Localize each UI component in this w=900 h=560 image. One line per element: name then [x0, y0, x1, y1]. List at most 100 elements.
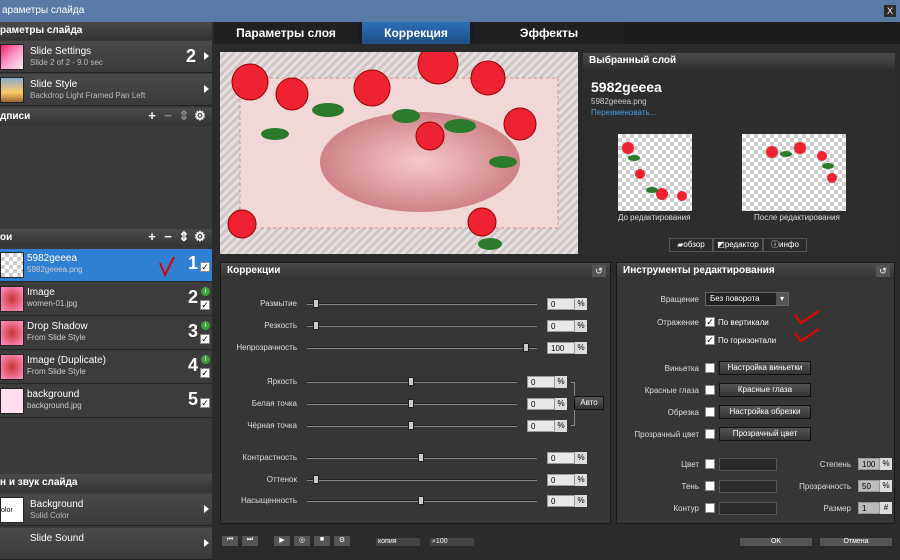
gear-icon[interactable]: ⚙	[192, 109, 208, 123]
transparent-color-checkbox[interactable]	[705, 429, 715, 439]
opacity-slider[interactable]	[307, 347, 537, 349]
hue-handle[interactable]	[313, 475, 319, 484]
expand-arrow-icon[interactable]	[204, 52, 209, 60]
browse-button[interactable]: ▰обзор	[669, 238, 713, 252]
brightness-value[interactable]: 0	[527, 376, 555, 388]
layer-thumbnail	[0, 286, 24, 312]
saturation-value[interactable]: 0	[547, 495, 575, 507]
background-item[interactable]: olor Background Solid Color	[0, 494, 212, 526]
layers-header: ои + − ⇕ ⚙	[0, 229, 212, 247]
size-value[interactable]: 1	[858, 502, 880, 514]
expand-arrow-icon[interactable]	[204, 85, 209, 93]
black-point-handle[interactable]	[408, 421, 414, 430]
expand-arrow-icon[interactable]	[204, 505, 209, 513]
hue-value[interactable]: 0	[547, 474, 575, 486]
saturation-handle[interactable]	[418, 496, 424, 505]
layer-visible-checkbox[interactable]: ✓	[200, 398, 210, 408]
white-point-handle[interactable]	[408, 399, 414, 408]
ok-button[interactable]: OK	[740, 538, 812, 546]
outline-checkbox[interactable]	[705, 503, 715, 513]
layer-item[interactable]: Drop Shadow From Slide Style 3 i ✓	[0, 317, 212, 350]
layer-item[interactable]: Image (Duplicate) From Slide Style 4 i ✓	[0, 351, 212, 384]
white-point-value[interactable]: 0	[527, 398, 555, 410]
tab-effects[interactable]: Эффекты	[474, 22, 624, 44]
transparency-value[interactable]: 50	[858, 480, 880, 492]
record-icon[interactable]: ◎	[294, 536, 310, 546]
slide-preview[interactable]	[220, 52, 578, 254]
layer-file: From Slide Style	[27, 333, 86, 342]
opacity-value[interactable]: 100	[547, 342, 575, 354]
layer-visible-checkbox[interactable]: ✓	[200, 368, 210, 378]
shadow-label: Тень	[681, 482, 699, 491]
layer-item[interactable]: background background.jpg 5 ✓	[0, 385, 212, 418]
vignette-checkbox[interactable]	[705, 363, 715, 373]
degree-value[interactable]: 100	[858, 458, 880, 470]
blur-pct: %	[575, 298, 587, 310]
remove-icon[interactable]: −	[160, 230, 176, 244]
redeye-checkbox[interactable]	[705, 385, 715, 395]
reset-icon[interactable]: ↺	[876, 265, 890, 277]
reorder-icon[interactable]: ⇕	[176, 109, 192, 123]
layer-visible-checkbox[interactable]: ✓	[200, 334, 210, 344]
black-point-value[interactable]: 0	[527, 420, 555, 432]
horizontal-checkbox[interactable]: ✓	[705, 335, 715, 345]
layer-item[interactable]: 5982geeea 5982geeea.png 1 ✓	[0, 249, 212, 282]
contrast-value[interactable]: 0	[547, 452, 575, 464]
sharpness-value[interactable]: 0	[547, 320, 575, 332]
color-swatch[interactable]	[719, 458, 777, 471]
copy-button[interactable]: копия	[376, 538, 420, 546]
rename-link[interactable]: Переименовать...	[591, 108, 656, 117]
blur-value[interactable]: 0	[547, 298, 575, 310]
vignette-settings-button[interactable]: Настройка виньетки	[719, 361, 811, 375]
layer-visible-checkbox[interactable]: ✓	[200, 300, 210, 310]
outline-swatch[interactable]	[719, 502, 777, 515]
slide-settings-item[interactable]: Slide Settings Slide 2 of 2 - 9.0 sec 2	[0, 41, 212, 73]
sharpness-slider[interactable]	[307, 325, 537, 327]
tab-layer-settings[interactable]: Параметры слоя	[214, 22, 358, 44]
slide-style-item[interactable]: Slide Style Backdrop Light Framed Pan Le…	[0, 74, 212, 106]
tab-correction[interactable]: Коррекция	[362, 22, 470, 44]
skip-forward-icon[interactable]: ⏭	[242, 536, 258, 546]
cancel-button[interactable]: Отмена	[820, 538, 892, 546]
info-icon[interactable]: i	[201, 287, 210, 296]
close-icon[interactable]: X	[884, 5, 896, 17]
brightness-handle[interactable]	[408, 377, 414, 386]
editor-button[interactable]: ◩редактор	[713, 238, 763, 252]
gear-icon[interactable]: ⚙	[192, 230, 208, 244]
transparent-color-button[interactable]: Прозрачный цвет	[719, 427, 811, 441]
layer-item[interactable]: Image women-01.jpg 2 i ✓	[0, 283, 212, 316]
zoom-control[interactable]: ⌕100	[430, 538, 474, 546]
layer-visible-checkbox[interactable]: ✓	[200, 262, 210, 272]
sound-item[interactable]: Slide Sound	[0, 528, 212, 560]
blur-slider[interactable]	[307, 303, 537, 305]
hue-slider[interactable]	[307, 479, 537, 481]
contrast-handle[interactable]	[418, 453, 424, 462]
opacity-handle[interactable]	[523, 343, 529, 352]
rotation-select[interactable]: Без поворота ▾	[705, 292, 789, 306]
add-icon[interactable]: +	[144, 230, 160, 244]
remove-icon[interactable]: −	[160, 109, 176, 123]
playback-controls: ⏮ ⏭ ▶ ◎ ■ ⚙	[222, 536, 362, 546]
play-icon[interactable]: ▶	[274, 536, 290, 546]
vertical-checkbox[interactable]: ✓	[705, 317, 715, 327]
shadow-checkbox[interactable]	[705, 481, 715, 491]
reorder-icon[interactable]: ⇕	[176, 230, 192, 244]
color-checkbox[interactable]	[705, 459, 715, 469]
redeye-button[interactable]: Красные глаза	[719, 383, 811, 397]
stop-icon[interactable]: ■	[314, 536, 330, 546]
shadow-swatch[interactable]	[719, 480, 777, 493]
blur-handle[interactable]	[313, 299, 319, 308]
reset-icon[interactable]: ↺	[592, 265, 606, 277]
gear-icon[interactable]: ⚙	[334, 536, 350, 546]
redeye-label: Красные глаза	[644, 386, 699, 395]
info-icon[interactable]: i	[201, 321, 210, 330]
sharpness-handle[interactable]	[313, 321, 319, 330]
skip-back-icon[interactable]: ⏮	[222, 536, 238, 546]
auto-button[interactable]: Авто	[574, 396, 604, 410]
crop-checkbox[interactable]	[705, 407, 715, 417]
add-icon[interactable]: +	[144, 109, 160, 123]
layer-title: Image	[27, 287, 55, 298]
info-icon[interactable]: i	[201, 355, 210, 364]
crop-settings-button[interactable]: Настройка обрезки	[719, 405, 811, 419]
info-button[interactable]: ⓘинфо	[763, 238, 807, 252]
